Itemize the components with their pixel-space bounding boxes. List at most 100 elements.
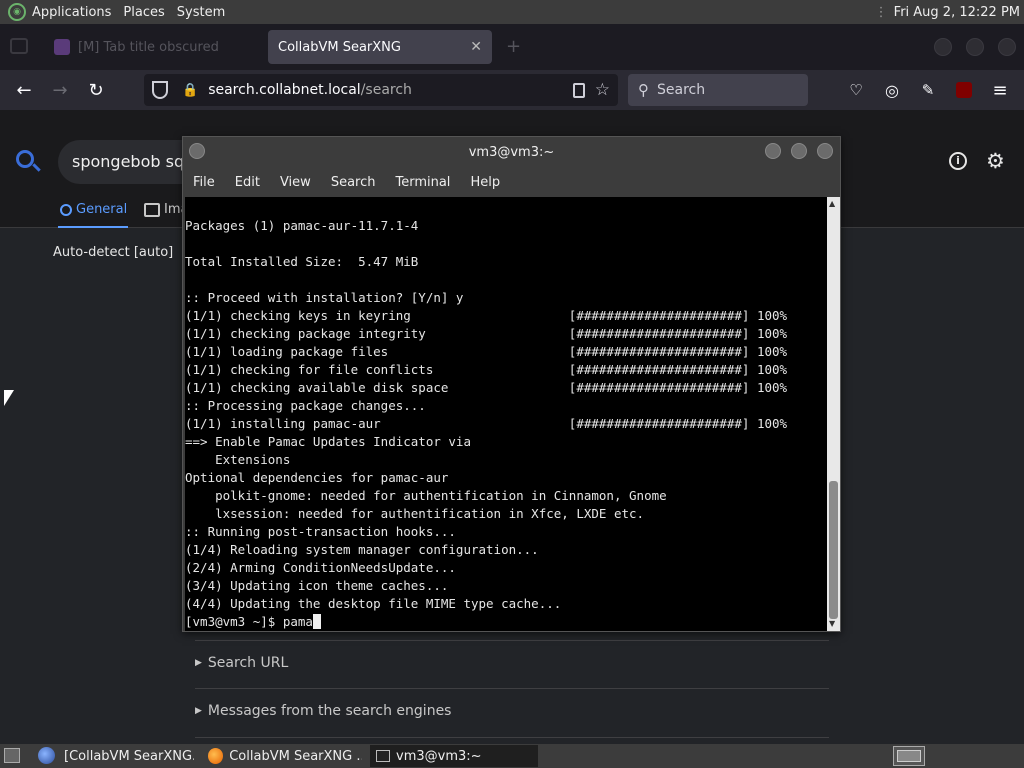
show-desktop-icon[interactable] bbox=[4, 748, 20, 763]
terminal-scrollbar[interactable]: ▲ ▼ bbox=[827, 197, 840, 631]
terminal-line: (1/1) installing pamac-aur [############… bbox=[185, 416, 788, 431]
tab-overview-icon[interactable] bbox=[10, 38, 28, 54]
system-menu[interactable]: System bbox=[171, 0, 231, 24]
info-icon[interactable]: i bbox=[949, 152, 967, 170]
url-bar[interactable]: 🔒 search.collabnet.local/search ☆ bbox=[144, 74, 618, 106]
terminal-line: Total Installed Size: 5.47 MiB bbox=[185, 254, 419, 269]
new-tab-button[interactable]: + bbox=[506, 36, 521, 57]
searxng-search-handle-icon bbox=[32, 163, 41, 172]
system-label: System bbox=[176, 4, 226, 20]
url-path: /search bbox=[360, 82, 412, 98]
forward-button[interactable]: → bbox=[48, 78, 72, 102]
menu-file[interactable]: File bbox=[183, 175, 225, 190]
terminal-line: (1/1) checking for file conflicts [#####… bbox=[185, 362, 788, 377]
terminal-window[interactable]: vm3@vm3:~ File Edit View Search Terminal… bbox=[182, 136, 841, 632]
lock-icon[interactable]: 🔒 bbox=[182, 83, 198, 98]
minimize-button[interactable] bbox=[934, 38, 952, 56]
search-placeholder: Search bbox=[657, 82, 706, 98]
search-bar[interactable]: ⚲ Search bbox=[628, 74, 808, 106]
places-menu[interactable]: Places bbox=[117, 0, 170, 24]
tab-favicon-icon bbox=[54, 39, 70, 55]
applications-menu[interactable]: Applications bbox=[26, 0, 117, 24]
taskbar-item-terminal[interactable]: vm3@vm3:~ bbox=[370, 745, 538, 767]
terminal-prompt-line[interactable]: [vm3@vm3 ~]$ pama bbox=[185, 613, 827, 631]
terminal-line: :: Proceed with installation? [Y/n] y bbox=[185, 290, 464, 305]
settings-gear-icon[interactable]: ⚙ bbox=[986, 149, 1005, 173]
taskbar-item-searxng-1[interactable]: [CollabVM SearXNG... bbox=[58, 745, 200, 767]
mouse-pointer-icon bbox=[4, 390, 14, 406]
tracking-protection-shield-icon[interactable] bbox=[152, 81, 168, 99]
clock-label: Fri Aug 2, 12:22 PM bbox=[893, 4, 1020, 20]
tab-collabvm-searxng[interactable]: CollabVM SearXNG ✕ bbox=[268, 30, 492, 64]
terminal-line: polkit-gnome: needed for authentificatio… bbox=[185, 488, 667, 503]
image-icon bbox=[144, 202, 160, 217]
applications-label: Applications bbox=[32, 4, 112, 20]
engine-messages-label: Messages from the search engines bbox=[207, 703, 452, 719]
terminal-line: (1/1) checking package integrity [######… bbox=[185, 326, 788, 341]
terminal-line: (1/1) loading package files [###########… bbox=[185, 344, 788, 359]
scroll-up-arrow-icon[interactable]: ▲ bbox=[829, 199, 835, 208]
taskbar-item-searxng-2[interactable]: CollabVM SearXNG ... bbox=[202, 745, 368, 767]
menu-terminal[interactable]: Terminal bbox=[385, 175, 460, 190]
terminal-line: (1/1) checking keys in keyring [########… bbox=[185, 308, 788, 323]
taskbar-item-label: [CollabVM SearXNG... bbox=[64, 748, 194, 764]
pocket-icon[interactable]: ♡ bbox=[844, 78, 868, 102]
terminal-line: lxsession: needed for authentification i… bbox=[185, 506, 645, 521]
distro-logo-icon[interactable]: ◉ bbox=[8, 3, 26, 21]
search-icon: ⚲ bbox=[638, 81, 649, 99]
language-autodetect[interactable]: Auto-detect [auto] bbox=[53, 245, 173, 260]
panel-grip-icon: ⋮ bbox=[874, 4, 888, 20]
extensions-icon[interactable]: ✎ bbox=[916, 78, 940, 102]
category-general[interactable]: General bbox=[60, 202, 127, 217]
reload-button[interactable]: ↻ bbox=[84, 78, 108, 102]
terminal-line: (2/4) Arming ConditionNeedsUpdate... bbox=[185, 560, 456, 575]
terminal-maximize-button[interactable] bbox=[791, 143, 807, 159]
disclosure-triangle-icon: ▶ bbox=[195, 706, 202, 716]
firefox-icon bbox=[208, 748, 224, 764]
terminal-minimize-button[interactable] bbox=[765, 143, 781, 159]
divider bbox=[195, 640, 829, 641]
firefox-launcher-icon[interactable] bbox=[38, 747, 55, 764]
terminal-close-button[interactable] bbox=[817, 143, 833, 159]
account-icon[interactable]: ◎ bbox=[880, 78, 904, 102]
close-tab-icon[interactable]: ✕ bbox=[470, 39, 482, 55]
terminal-line: (4/4) Updating the desktop file MIME typ… bbox=[185, 596, 562, 611]
terminal-cursor bbox=[312, 614, 321, 629]
back-button[interactable]: ← bbox=[12, 78, 36, 102]
workspace-switcher[interactable] bbox=[893, 746, 925, 766]
clock[interactable]: ⋮ Fri Aug 2, 12:22 PM bbox=[875, 0, 1020, 24]
search-url-toggle[interactable]: ▶ Search URL bbox=[195, 655, 829, 671]
reader-view-icon[interactable] bbox=[572, 82, 585, 98]
navigation-toolbar: ← → ↻ 🔒 search.collabnet.local/search ☆ … bbox=[0, 70, 1024, 110]
terminal-icon bbox=[376, 750, 390, 762]
tab-label: CollabVM SearXNG bbox=[278, 39, 401, 55]
taskbar-item-label: CollabVM SearXNG ... bbox=[229, 748, 362, 764]
category-general-label: General bbox=[76, 202, 128, 217]
terminal-line: (1/1) checking available disk space [###… bbox=[185, 380, 788, 395]
terminal-input[interactable]: pama bbox=[283, 614, 313, 629]
terminal-line: ==> Enable Pamac Updates Indicator via bbox=[185, 434, 471, 449]
category-general-underline bbox=[58, 226, 128, 228]
terminal-line: Packages (1) pamac-aur-11.7.1-4 bbox=[185, 218, 419, 233]
menu-help[interactable]: Help bbox=[460, 175, 510, 190]
browser-tab-bar: [M] Tab title obscured CollabVM SearXNG … bbox=[0, 24, 1024, 70]
terminal-line: :: Running post-transaction hooks... bbox=[185, 524, 456, 539]
scrollbar-thumb[interactable] bbox=[829, 481, 838, 619]
ublock-origin-icon[interactable] bbox=[952, 78, 976, 102]
terminal-screen[interactable]: Packages (1) pamac-aur-11.7.1-4 Total In… bbox=[185, 197, 827, 631]
bookmark-star-icon[interactable]: ☆ bbox=[595, 80, 610, 100]
menu-edit[interactable]: Edit bbox=[225, 175, 270, 190]
maximize-button[interactable] bbox=[966, 38, 984, 56]
menu-search[interactable]: Search bbox=[321, 175, 386, 190]
menu-hamburger-icon[interactable]: ≡ bbox=[988, 78, 1012, 102]
tab-label: [M] Tab title obscured bbox=[78, 39, 219, 55]
terminal-titlebar[interactable]: vm3@vm3:~ bbox=[183, 137, 840, 167]
terminal-line: (3/4) Updating icon theme caches... bbox=[185, 578, 449, 593]
terminal-line: Optional dependencies for pamac-aur bbox=[185, 470, 449, 485]
engine-messages-toggle[interactable]: ▶ Messages from the search engines bbox=[195, 703, 829, 719]
tab-previous[interactable]: [M] Tab title obscured bbox=[44, 30, 266, 64]
divider bbox=[195, 688, 829, 689]
close-window-button[interactable] bbox=[998, 38, 1016, 56]
scroll-down-arrow-icon[interactable]: ▼ bbox=[829, 619, 835, 628]
menu-view[interactable]: View bbox=[270, 175, 321, 190]
